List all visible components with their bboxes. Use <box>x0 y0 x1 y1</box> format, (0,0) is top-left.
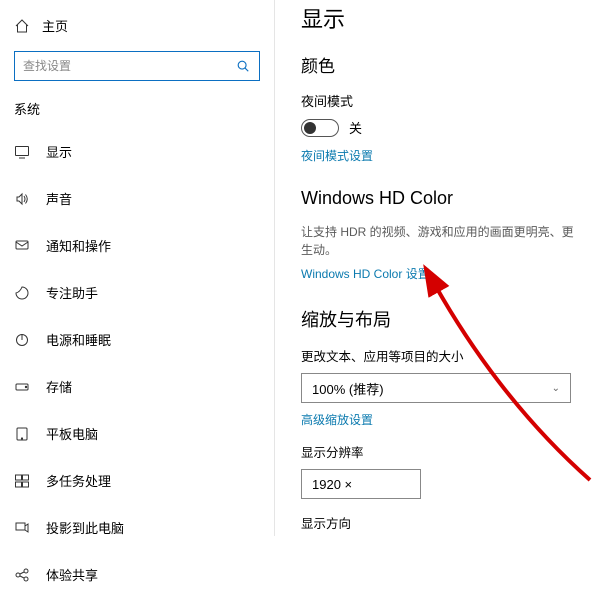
search-icon <box>235 58 251 74</box>
sidebar: 主页 系统 显示 声音 通知和操作 <box>0 0 275 536</box>
power-icon <box>14 332 30 348</box>
project-icon <box>14 520 30 536</box>
night-light-label: 夜间模式 <box>301 91 574 110</box>
sidebar-item-label: 存储 <box>46 377 72 396</box>
sidebar-group-title: 系统 <box>0 95 274 128</box>
search-input[interactable] <box>23 59 235 73</box>
sidebar-item-tablet[interactable]: 平板电脑 <box>0 410 274 457</box>
toggle-knob <box>304 122 316 134</box>
resolution-select[interactable]: 1920 × <box>301 469 421 499</box>
sidebar-item-label: 体验共享 <box>46 565 98 584</box>
storage-icon <box>14 379 30 395</box>
sidebar-item-storage[interactable]: 存储 <box>0 363 274 410</box>
search-box[interactable] <box>14 51 260 81</box>
section-hd-color: Windows HD Color <box>301 188 574 209</box>
chevron-down-icon: ⌄ <box>552 383 560 394</box>
home-label: 主页 <box>42 16 68 35</box>
multitask-icon <box>14 473 30 489</box>
main-content: 显示 颜色 夜间模式 关 夜间模式设置 Windows HD Color 让支持… <box>275 0 600 536</box>
night-light-toggle[interactable] <box>301 119 339 137</box>
tablet-icon <box>14 426 30 442</box>
share-icon <box>14 567 30 583</box>
sidebar-item-display[interactable]: 显示 <box>0 128 274 175</box>
scale-value: 100% (推荐) <box>312 379 384 398</box>
sidebar-item-label: 电源和睡眠 <box>46 330 111 349</box>
sidebar-home[interactable]: 主页 <box>0 8 274 43</box>
sidebar-item-multitask[interactable]: 多任务处理 <box>0 457 274 504</box>
sidebar-item-label: 多任务处理 <box>46 471 111 490</box>
sidebar-item-notifications[interactable]: 通知和操作 <box>0 222 274 269</box>
night-light-state: 关 <box>349 118 362 137</box>
sidebar-item-focus[interactable]: 专注助手 <box>0 269 274 316</box>
focus-icon <box>14 285 30 301</box>
notification-icon <box>14 238 30 254</box>
sidebar-item-shared[interactable]: 体验共享 <box>0 551 274 598</box>
section-scale: 缩放与布局 <box>301 306 574 332</box>
orientation-label: 显示方向 <box>301 513 574 532</box>
sound-icon <box>14 191 30 207</box>
sidebar-item-label: 平板电脑 <box>46 424 98 443</box>
sidebar-item-label: 声音 <box>46 189 72 208</box>
sidebar-item-sound[interactable]: 声音 <box>0 175 274 222</box>
monitor-icon <box>14 144 30 160</box>
section-color: 颜色 <box>301 52 574 77</box>
resolution-label: 显示分辨率 <box>301 442 574 461</box>
night-light-settings-link[interactable]: 夜间模式设置 <box>301 147 574 164</box>
sidebar-item-power[interactable]: 电源和睡眠 <box>0 316 274 363</box>
sidebar-item-label: 投影到此电脑 <box>46 518 124 537</box>
hd-color-settings-link[interactable]: Windows HD Color 设置 <box>301 265 574 282</box>
scale-select[interactable]: 100% (推荐) ⌄ <box>301 373 571 403</box>
scale-field-label: 更改文本、应用等项目的大小 <box>301 346 574 365</box>
page-title: 显示 <box>301 2 574 34</box>
sidebar-item-project[interactable]: 投影到此电脑 <box>0 504 274 551</box>
resolution-value: 1920 × <box>312 477 352 492</box>
home-icon <box>14 18 30 34</box>
sidebar-item-label: 通知和操作 <box>46 236 111 255</box>
advanced-scale-link[interactable]: 高级缩放设置 <box>301 411 574 428</box>
sidebar-item-label: 显示 <box>46 142 72 161</box>
hd-color-desc: 让支持 HDR 的视频、游戏和应用的画面更明亮、更生动。 <box>301 223 574 259</box>
sidebar-item-label: 专注助手 <box>46 283 98 302</box>
